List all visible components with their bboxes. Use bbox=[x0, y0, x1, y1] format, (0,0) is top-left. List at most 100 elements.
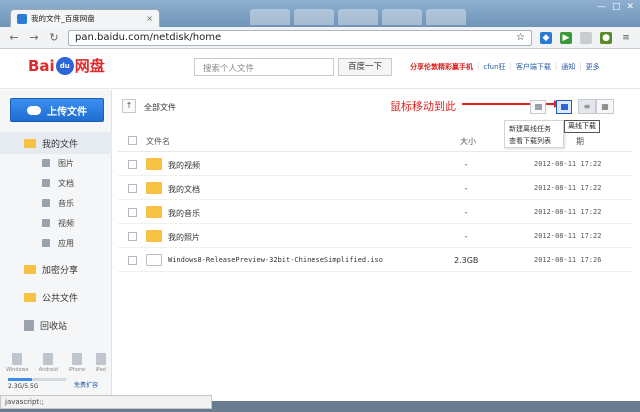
file-size: - bbox=[464, 232, 468, 241]
grid-view-icon[interactable]: ▦ bbox=[596, 99, 614, 114]
more-link[interactable]: 更多 bbox=[586, 62, 600, 72]
folder-icon bbox=[24, 138, 36, 148]
row-checkbox[interactable] bbox=[128, 184, 137, 193]
app-icon bbox=[42, 239, 50, 247]
url-text: pan.baidu.com/netdisk/home bbox=[75, 32, 222, 43]
reload-icon[interactable]: ↻ bbox=[48, 31, 60, 44]
promo-link[interactable]: 分享伦敦精彩赢手机 bbox=[410, 62, 473, 72]
site-header: Bai du 网盘 搜索个人文件 百度一下 分享伦敦精彩赢手机 | cfun狂 … bbox=[0, 49, 640, 89]
video-icon bbox=[42, 219, 50, 227]
address-bar[interactable]: pan.baidu.com/netdisk/home ☆ bbox=[68, 29, 532, 46]
row-checkbox[interactable] bbox=[128, 160, 137, 169]
sidebar-item-images[interactable]: 图片 bbox=[0, 154, 112, 172]
breadcrumb[interactable]: 全部文件 bbox=[144, 102, 176, 113]
baidu-pan-favicon-icon bbox=[17, 13, 27, 24]
file-name[interactable]: Windows8-ReleasePreview-32bit-ChineseSim… bbox=[168, 256, 383, 264]
new-folder-icon[interactable] bbox=[530, 100, 546, 114]
extension-icon[interactable] bbox=[580, 31, 592, 44]
table-row[interactable]: 我的文档 - 2012-08-11 17:22 bbox=[118, 177, 632, 200]
background-tab[interactable] bbox=[426, 9, 466, 25]
search-input[interactable]: 搜索个人文件 bbox=[194, 58, 334, 76]
file-date: 2012-08-11 17:22 bbox=[534, 184, 602, 192]
extension-icon[interactable]: ● bbox=[600, 31, 612, 44]
sidebar-item-encrypted-share[interactable]: 加密分享 bbox=[0, 258, 112, 280]
background-tab[interactable] bbox=[338, 9, 378, 25]
baidu-jingyan-watermark: Baidu经验 jingyan.baidu.com bbox=[520, 344, 599, 373]
file-size: - bbox=[464, 184, 468, 193]
tab-close-icon[interactable]: × bbox=[146, 14, 153, 23]
background-tabs bbox=[250, 9, 466, 25]
back-icon[interactable]: ← bbox=[8, 31, 20, 44]
sidebar-item-apps[interactable]: 应用 bbox=[0, 234, 112, 252]
search-button[interactable]: 百度一下 bbox=[338, 58, 392, 76]
row-checkbox[interactable] bbox=[128, 208, 137, 217]
client-download-link[interactable]: 客户端下载 bbox=[516, 62, 551, 72]
file-name[interactable]: 我的音乐 bbox=[168, 208, 200, 219]
offline-download-icon[interactable] bbox=[556, 100, 572, 114]
close-window-icon[interactable]: ✕ bbox=[626, 2, 634, 12]
image-icon bbox=[42, 159, 50, 167]
music-icon bbox=[42, 199, 50, 207]
background-tab[interactable] bbox=[250, 9, 290, 25]
sidebar-item-video[interactable]: 视频 bbox=[0, 214, 112, 232]
background-tab[interactable] bbox=[382, 9, 422, 25]
select-all-checkbox[interactable] bbox=[128, 136, 137, 145]
file-date: 2012-08-11 17:22 bbox=[534, 208, 602, 216]
table-row[interactable]: 我的照片 - 2012-08-11 17:22 bbox=[118, 225, 632, 248]
notify-link[interactable]: 通知 bbox=[561, 62, 575, 72]
table-row[interactable]: Windows8-ReleasePreview-32bit-ChineseSim… bbox=[118, 249, 632, 272]
browser-titlebar: 我的文件_百度网盘 × — □ ✕ bbox=[0, 0, 640, 27]
file-name[interactable]: 我的照片 bbox=[168, 232, 200, 243]
upload-button[interactable]: 上传文件 bbox=[10, 98, 104, 122]
file-name[interactable]: 我的文档 bbox=[168, 184, 200, 195]
extension-icon[interactable]: ▶ bbox=[560, 31, 572, 44]
folder-icon bbox=[146, 158, 162, 170]
sidebar-item-documents[interactable]: 文档 bbox=[0, 174, 112, 192]
public-folder-icon bbox=[24, 292, 36, 302]
baidu-paw-icon: du bbox=[55, 56, 74, 75]
sidebar-item-music[interactable]: 音乐 bbox=[0, 194, 112, 212]
baidu-pan-logo[interactable]: Bai du 网盘 bbox=[28, 55, 105, 76]
share-folder-icon bbox=[24, 264, 36, 274]
folder-icon bbox=[146, 230, 162, 242]
list-view-icon[interactable]: ≡ bbox=[578, 99, 596, 114]
file-date: 2012-08-11 17:22 bbox=[534, 232, 602, 240]
browser-toolbar: ← → ↻ pan.baidu.com/netdisk/home ☆ ◆ ▶ ●… bbox=[0, 27, 640, 49]
background-tab[interactable] bbox=[294, 9, 334, 25]
row-checkbox[interactable] bbox=[128, 232, 137, 241]
document-icon bbox=[42, 179, 50, 187]
file-date: 2012-08-11 17:22 bbox=[534, 160, 602, 168]
sidebar: 上传文件 我的文件 图片 文档 音乐 视频 应用 加密分享 公共文件 回收站 bbox=[0, 90, 112, 401]
file-date: 2012-08-11 17:26 bbox=[534, 256, 602, 264]
new-offline-task-item[interactable]: 新建离线任务 bbox=[509, 123, 559, 135]
file-name[interactable]: 我的视频 bbox=[168, 160, 200, 171]
column-header-date[interactable]: 期 bbox=[576, 136, 584, 147]
file-icon bbox=[146, 254, 162, 266]
forward-icon[interactable]: → bbox=[28, 31, 40, 44]
file-size: - bbox=[464, 208, 468, 217]
sidebar-item-public-files[interactable]: 公共文件 bbox=[0, 286, 112, 308]
view-download-list-item[interactable]: 查看下载列表 bbox=[509, 135, 559, 147]
up-level-icon[interactable]: ↑ bbox=[122, 99, 136, 113]
wrench-menu-icon[interactable]: ≡ bbox=[620, 32, 632, 44]
action-bar: ↑ 全部文件 鼠标移动到此 ≡ ▦ bbox=[118, 94, 632, 120]
maximize-icon[interactable]: □ bbox=[612, 2, 621, 12]
row-checkbox[interactable] bbox=[128, 256, 137, 265]
tab-title: 我的文件_百度网盘 bbox=[31, 14, 95, 23]
sidebar-item-my-files[interactable]: 我的文件 bbox=[0, 132, 112, 154]
table-row[interactable]: 我的音乐 - 2012-08-11 17:22 bbox=[118, 201, 632, 224]
extension-icon[interactable]: ◆ bbox=[540, 31, 552, 44]
user-link[interactable]: cfun狂 bbox=[483, 62, 505, 72]
file-size: - bbox=[464, 160, 468, 169]
browser-tab[interactable]: 我的文件_百度网盘 × bbox=[10, 9, 160, 27]
bookmark-star-icon[interactable]: ☆ bbox=[516, 32, 525, 43]
sidebar-item-recycle-bin[interactable]: 回收站 bbox=[0, 314, 112, 336]
file-size: 2.3GB bbox=[454, 256, 479, 265]
column-header-name[interactable]: 文件名 bbox=[146, 136, 170, 147]
column-header-size[interactable]: 大小 bbox=[460, 136, 476, 147]
minimize-icon[interactable]: — bbox=[597, 2, 606, 12]
table-row[interactable]: 我的视频 - 2012-08-11 17:22 bbox=[118, 153, 632, 176]
offline-download-menu: 新建离线任务 查看下载列表 bbox=[504, 120, 564, 148]
annotation-text: 鼠标移动到此 bbox=[390, 100, 456, 113]
folder-icon bbox=[146, 206, 162, 218]
